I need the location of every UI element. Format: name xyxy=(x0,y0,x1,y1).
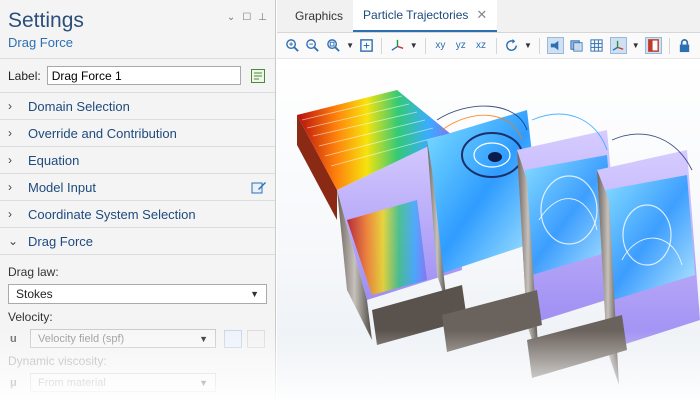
transparency-icon[interactable] xyxy=(569,37,584,54)
viscosity-value: From material xyxy=(38,376,106,389)
chevron-right-icon: › xyxy=(8,180,12,194)
viscosity-row: μ From material ▼ xyxy=(8,373,267,392)
settings-subtitle: Drag Force xyxy=(8,35,74,50)
section-model-input[interactable]: › Model Input xyxy=(0,173,275,200)
graphics-panel: Graphics Particle Trajectories ✕ ▼ ▼ xy … xyxy=(277,0,700,400)
toolbar-separator xyxy=(668,37,670,54)
settings-header: Settings Drag Force ⌄ ☐ ⊥ xyxy=(0,0,275,58)
graphics-viewport[interactable] xyxy=(277,60,700,400)
velocity-row: u Velocity field (spf) ▼ xyxy=(8,329,267,348)
scene-light-icon[interactable] xyxy=(546,37,564,54)
wireframe-icon[interactable] xyxy=(644,37,662,54)
section-drag-force[interactable]: ⌄ Drag Force xyxy=(0,227,275,254)
section-label: Domain Selection xyxy=(28,98,130,114)
rotate-icon[interactable] xyxy=(504,37,519,54)
dropdown-arrow-icon: ▼ xyxy=(250,289,259,299)
section-override-contribution[interactable]: › Override and Contribution xyxy=(0,119,275,146)
graphics-toolbar: ▼ ▼ xy yz xz ▼ ▼ xyxy=(277,33,700,59)
section-equation[interactable]: › Equation xyxy=(0,146,275,173)
maximize-icon[interactable]: ☐ xyxy=(242,12,251,23)
zoom-extents-icon[interactable] xyxy=(359,37,374,54)
viscosity-symbol: μ xyxy=(10,376,17,389)
velocity-select[interactable]: Velocity field (spf) ▼ xyxy=(30,329,216,348)
view-xz-icon[interactable]: xz xyxy=(473,37,488,54)
grid-icon[interactable] xyxy=(589,37,604,54)
particle-trajectories-render xyxy=(297,90,700,385)
tab-label: Graphics xyxy=(295,8,344,23)
collapse-icon[interactable]: ⌄ xyxy=(227,12,235,23)
view-yz-icon[interactable]: yz xyxy=(453,37,468,54)
chevron-down-icon[interactable]: ▼ xyxy=(524,37,532,54)
panel-controls: ⌄ ☐ ⊥ xyxy=(227,12,267,23)
section-domain-selection[interactable]: › Domain Selection xyxy=(0,92,275,119)
velocity-label: Velocity: xyxy=(8,310,53,324)
section-label: Equation xyxy=(28,152,80,168)
drag-law-label: Drag law: xyxy=(8,265,59,279)
zoom-out-icon[interactable] xyxy=(305,37,320,54)
velocity-symbol: u xyxy=(10,332,17,345)
toolbar-separator xyxy=(539,37,540,54)
chevron-right-icon: › xyxy=(8,207,12,221)
drag-law-select[interactable]: Stokes ▼ xyxy=(8,284,267,304)
drag-force-body: Drag law: Stokes ▼ Velocity: u Velocity … xyxy=(0,254,275,392)
rename-button[interactable] xyxy=(249,67,267,85)
chevron-down-icon[interactable]: ▼ xyxy=(410,37,418,54)
section-label: Drag Force xyxy=(28,233,94,249)
chevron-right-icon: › xyxy=(8,153,12,167)
tab-particle-trajectories[interactable]: Particle Trajectories ✕ xyxy=(353,0,498,32)
graphics-tabbar: Graphics Particle Trajectories ✕ xyxy=(277,0,700,33)
axis-orientation-icon[interactable] xyxy=(389,37,404,54)
note-icon xyxy=(251,68,266,83)
pin-icon[interactable]: ⊥ xyxy=(258,12,267,23)
toolbar-separator xyxy=(381,37,383,54)
create-variable-icon[interactable] xyxy=(247,329,265,348)
chevron-right-icon: › xyxy=(8,126,12,140)
tab-label: Particle Trajectories xyxy=(363,7,469,22)
edit-input-icon[interactable] xyxy=(251,179,267,198)
tab-graphics[interactable]: Graphics xyxy=(285,0,353,32)
chevron-down-icon[interactable]: ▼ xyxy=(346,37,354,54)
label-row: Label: xyxy=(0,58,275,92)
velocity-value: Velocity field (spf) xyxy=(38,332,125,345)
section-label: Override and Contribution xyxy=(28,125,177,141)
section-coordinate-system[interactable]: › Coordinate System Selection xyxy=(0,200,275,227)
section-label: Coordinate System Selection xyxy=(28,206,196,222)
axis-triad-icon[interactable] xyxy=(609,37,627,54)
go-to-source-icon[interactable] xyxy=(224,329,242,348)
drag-law-value: Stokes xyxy=(16,287,53,301)
dropdown-arrow-icon: ▼ xyxy=(199,333,208,344)
close-icon[interactable]: ✕ xyxy=(476,7,487,23)
chevron-down-icon: ⌄ xyxy=(8,234,19,248)
section-label: Model Input xyxy=(28,179,96,195)
viscosity-label: Dynamic viscosity: xyxy=(8,354,107,368)
view-xy-icon[interactable]: xy xyxy=(433,37,448,54)
zoom-in-icon[interactable] xyxy=(285,37,300,54)
lock-icon[interactable] xyxy=(677,37,692,54)
chevron-right-icon: › xyxy=(8,99,12,113)
dropdown-arrow-icon: ▼ xyxy=(199,377,208,388)
chevron-down-icon[interactable]: ▼ xyxy=(632,37,640,54)
toolbar-separator xyxy=(424,37,426,54)
label-field[interactable] xyxy=(46,66,242,85)
toolbar-separator xyxy=(495,37,497,54)
label-caption: Label: xyxy=(8,68,41,83)
zoom-box-icon[interactable] xyxy=(326,37,341,54)
settings-panel: Settings Drag Force ⌄ ☐ ⊥ Label: › Domai… xyxy=(0,0,276,400)
viscosity-select[interactable]: From material ▼ xyxy=(30,373,216,392)
